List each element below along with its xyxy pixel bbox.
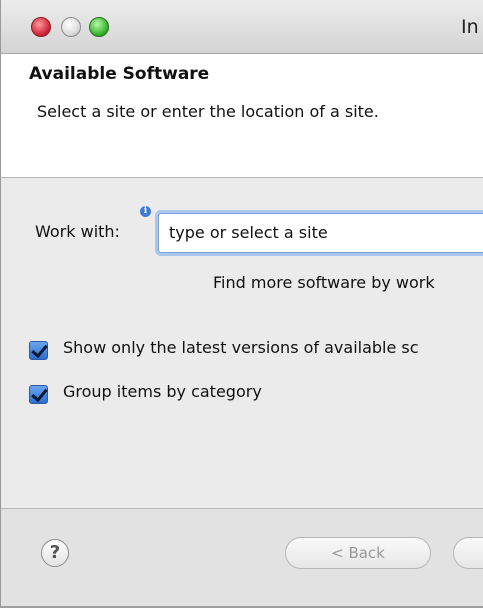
minimize-icon[interactable] [61,17,81,37]
info-icon: i [140,206,151,217]
page-description: Select a site or enter the location of a… [37,102,379,121]
site-input[interactable]: type or select a site [158,213,483,253]
work-with-label: Work with: [35,222,120,241]
help-icon[interactable]: ? [41,539,69,567]
install-dialog: In Available Software Select a site or e… [0,0,483,608]
window-title: In [461,16,479,38]
group-by-category-checkbox[interactable] [29,385,48,404]
title-bar[interactable]: In [1,0,483,54]
find-more-link[interactable]: Find more software by work [213,273,435,292]
page-title: Available Software [29,64,210,84]
latest-versions-checkbox[interactable] [29,341,48,360]
back-button[interactable]: < Back [285,537,431,569]
next-button[interactable] [453,537,483,569]
wizard-body: i Work with: type or select a site Find … [1,178,483,508]
wizard-header: Available Software Select a site or ente… [1,54,483,178]
close-icon[interactable] [31,17,51,37]
button-bar: ? < Back [1,508,483,608]
zoom-icon[interactable] [89,17,109,37]
group-by-category-label: Group items by category [63,382,262,401]
latest-versions-label: Show only the latest versions of availab… [63,338,419,357]
